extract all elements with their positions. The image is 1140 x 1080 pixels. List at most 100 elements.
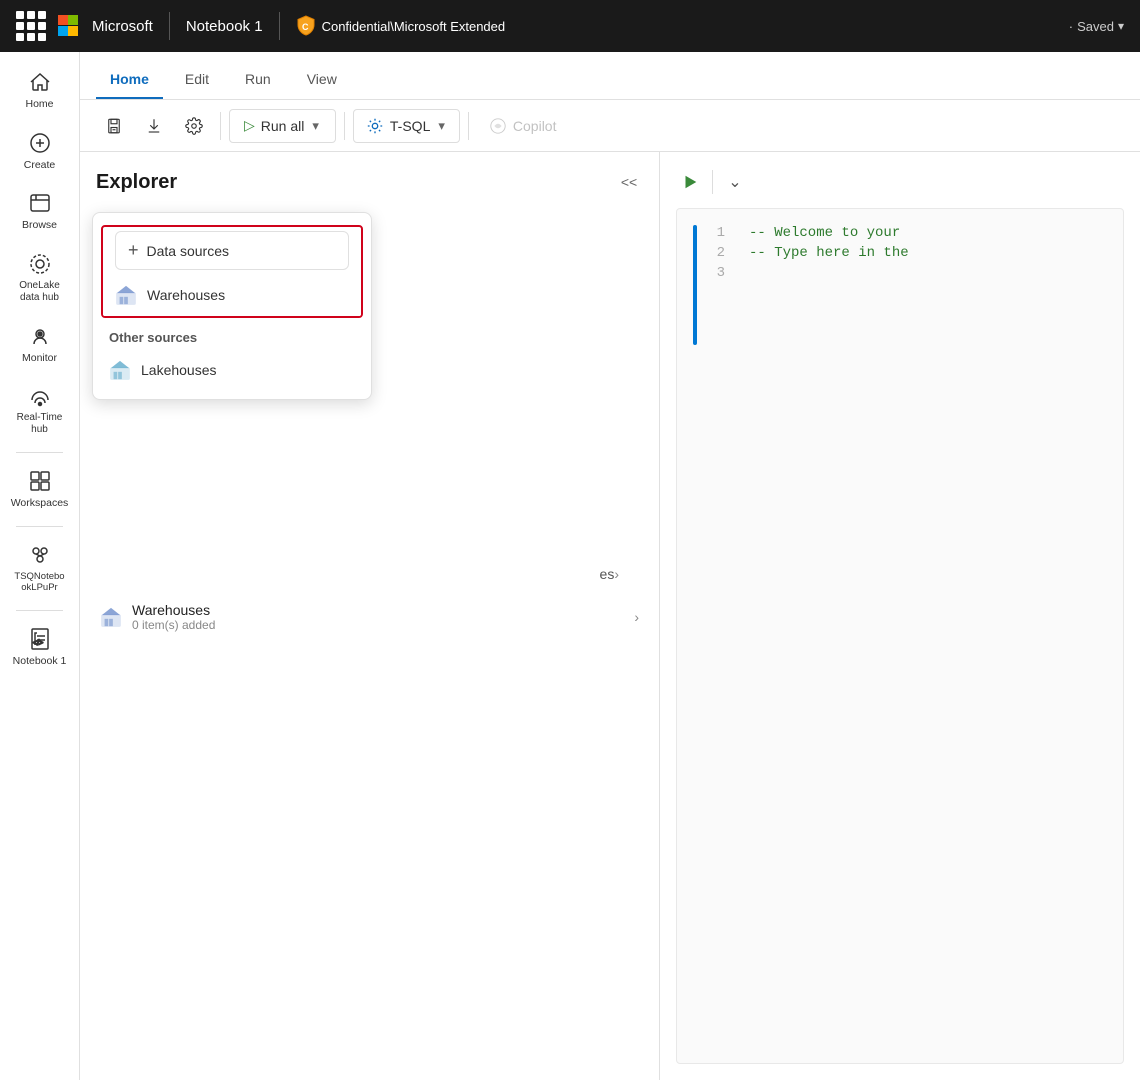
sidebar-item-browse[interactable]: Browse (0, 181, 79, 242)
notebook-icon: </> (28, 627, 52, 651)
tsql-dropdown-icon[interactable]: ▾ (436, 116, 447, 136)
sidebar-label-create: Create (24, 159, 56, 172)
lakehouses-label: Lakehouses (141, 362, 217, 378)
sidebar-item-create[interactable]: Create (0, 121, 79, 182)
confidential-badge: C Confidential\Microsoft Extended (296, 15, 506, 37)
code-editor-area: ⌄ 1 -- Welcome to your 2 (660, 152, 1140, 1080)
run-all-button[interactable]: ▷ Run all ▾ (229, 109, 336, 143)
warehouses-dropdown-item[interactable]: Warehouses (103, 274, 361, 316)
save-button[interactable] (96, 108, 132, 144)
tree-item-other[interactable]: es › (80, 556, 659, 592)
warehouse-dropdown-icon (115, 284, 137, 306)
settings-button[interactable] (176, 108, 212, 144)
code-line-2: 2 -- Type here in the (705, 245, 909, 261)
collapse-icon: << (621, 174, 637, 190)
run-dropdown-icon[interactable]: ▾ (310, 116, 321, 136)
explorer-header: Explorer << (80, 152, 659, 208)
datasources-dropdown: + Data sources Warehouses (92, 212, 372, 400)
sidebar-label-browse: Browse (22, 219, 57, 232)
code-play-icon (681, 173, 699, 191)
code-toolbar: ⌄ (676, 168, 1124, 196)
sidebar-item-tsq[interactable]: TSQNotebo okLPuPr (0, 533, 79, 604)
saved-chevron-icon[interactable]: ▾ (1118, 19, 1124, 33)
sidebar-item-home[interactable]: Home (0, 60, 79, 121)
tab-home[interactable]: Home (96, 61, 163, 99)
copilot-button[interactable]: Copilot (477, 111, 569, 141)
home-icon (28, 70, 52, 94)
microsoft-logo (58, 15, 80, 37)
topbar-divider1 (169, 12, 170, 40)
code-run-button[interactable] (676, 168, 704, 196)
line-number-1: 1 (705, 225, 725, 241)
toolbar-divider3 (468, 112, 469, 140)
explorer-title: Explorer (96, 171, 177, 194)
sidebar-item-workspaces[interactable]: Workspaces (0, 459, 79, 520)
app-grid-icon[interactable] (16, 11, 46, 41)
toolbar-divider1 (220, 112, 221, 140)
lakehouses-dropdown-item[interactable]: Lakehouses (93, 349, 371, 391)
sidebar-item-realtime[interactable]: Real-Time hub (0, 374, 79, 446)
code-text-2: -- Type here in the (749, 245, 909, 261)
topbar-divider2 (279, 12, 280, 40)
workspaces-icon (28, 469, 52, 493)
sidebar-divider2 (16, 526, 63, 527)
create-icon (28, 131, 52, 155)
tab-bar: Home Edit Run View (80, 52, 1140, 100)
tree-item-warehouses-left: Warehouses 0 item(s) added (100, 602, 215, 632)
add-datasources-button[interactable]: + Data sources (115, 231, 349, 270)
saved-status: · Saved ▾ (1069, 19, 1124, 34)
code-editor[interactable]: 1 -- Welcome to your 2 -- Type here in t… (676, 208, 1124, 1064)
other-chevron-icon: › (614, 566, 619, 582)
notebook-name[interactable]: Notebook 1 (186, 18, 263, 35)
sidebar-label-home: Home (25, 98, 53, 111)
other-sources-label: Other sources (93, 322, 371, 349)
download-button[interactable] (136, 108, 172, 144)
code-blue-bar (693, 225, 697, 345)
copilot-label: Copilot (513, 118, 557, 134)
line-number-3: 3 (705, 265, 725, 281)
lakehouse-icon (109, 359, 131, 381)
plus-icon: + (128, 240, 139, 261)
explorer-panel: Explorer << + Data sources (80, 152, 660, 1080)
warehouses-chevron-icon: › (634, 609, 639, 625)
other-partial-label: es (600, 566, 615, 582)
code-line-3: 3 (705, 265, 909, 281)
svg-text:C: C (302, 22, 309, 32)
tsql-button[interactable]: T-SQL ▾ (353, 109, 460, 143)
code-toolbar-divider (712, 170, 713, 194)
collapse-button[interactable]: << (615, 168, 643, 196)
warehouses-dropdown-label: Warehouses (147, 287, 225, 303)
warehouses-tree-sub: 0 item(s) added (132, 618, 215, 632)
main-content: Explorer << + Data sources (80, 152, 1140, 1080)
code-dropdown-button[interactable]: ⌄ (721, 168, 749, 196)
tree-item-warehouses[interactable]: Warehouses 0 item(s) added › (80, 592, 659, 642)
sidebar: Home Create Browse OneLake data hub (0, 52, 80, 1080)
download-icon (145, 117, 163, 135)
sidebar-divider3 (16, 610, 63, 611)
tab-view[interactable]: View (293, 61, 351, 99)
tsql-label: T-SQL (390, 118, 430, 134)
sidebar-item-onelake[interactable]: OneLake data hub (0, 242, 79, 314)
sidebar-label-workspaces: Workspaces (11, 497, 69, 510)
onelake-icon (28, 252, 52, 276)
app-title: Microsoft (92, 18, 153, 35)
tab-edit[interactable]: Edit (171, 61, 223, 99)
badge-label: Confidential\Microsoft Extended (322, 19, 506, 34)
warehouses-tree-icon (100, 606, 122, 628)
toolbar: ▷ Run all ▾ T-SQL ▾ Copilot (80, 100, 1140, 152)
main-layout: Home Create Browse OneLake data hub (0, 52, 1140, 1080)
tsql-gear-icon (366, 117, 384, 135)
copilot-icon (489, 117, 507, 135)
highlighted-section: + Data sources Warehouses (101, 225, 363, 318)
shield-icon: C (296, 15, 316, 37)
sidebar-item-monitor[interactable]: Monitor (0, 314, 79, 375)
warehouses-tree-label: Warehouses (132, 602, 215, 618)
sidebar-item-notebook[interactable]: </> Notebook 1 (0, 617, 79, 678)
add-datasources-label: Data sources (147, 243, 229, 259)
saved-label: Saved (1077, 19, 1114, 34)
monitor-icon (28, 324, 52, 348)
gear-icon (185, 117, 203, 135)
topbar: Microsoft Notebook 1 C Confidential\Micr… (0, 0, 1140, 52)
content-area: Home Edit Run View (80, 52, 1140, 1080)
tab-run[interactable]: Run (231, 61, 285, 99)
